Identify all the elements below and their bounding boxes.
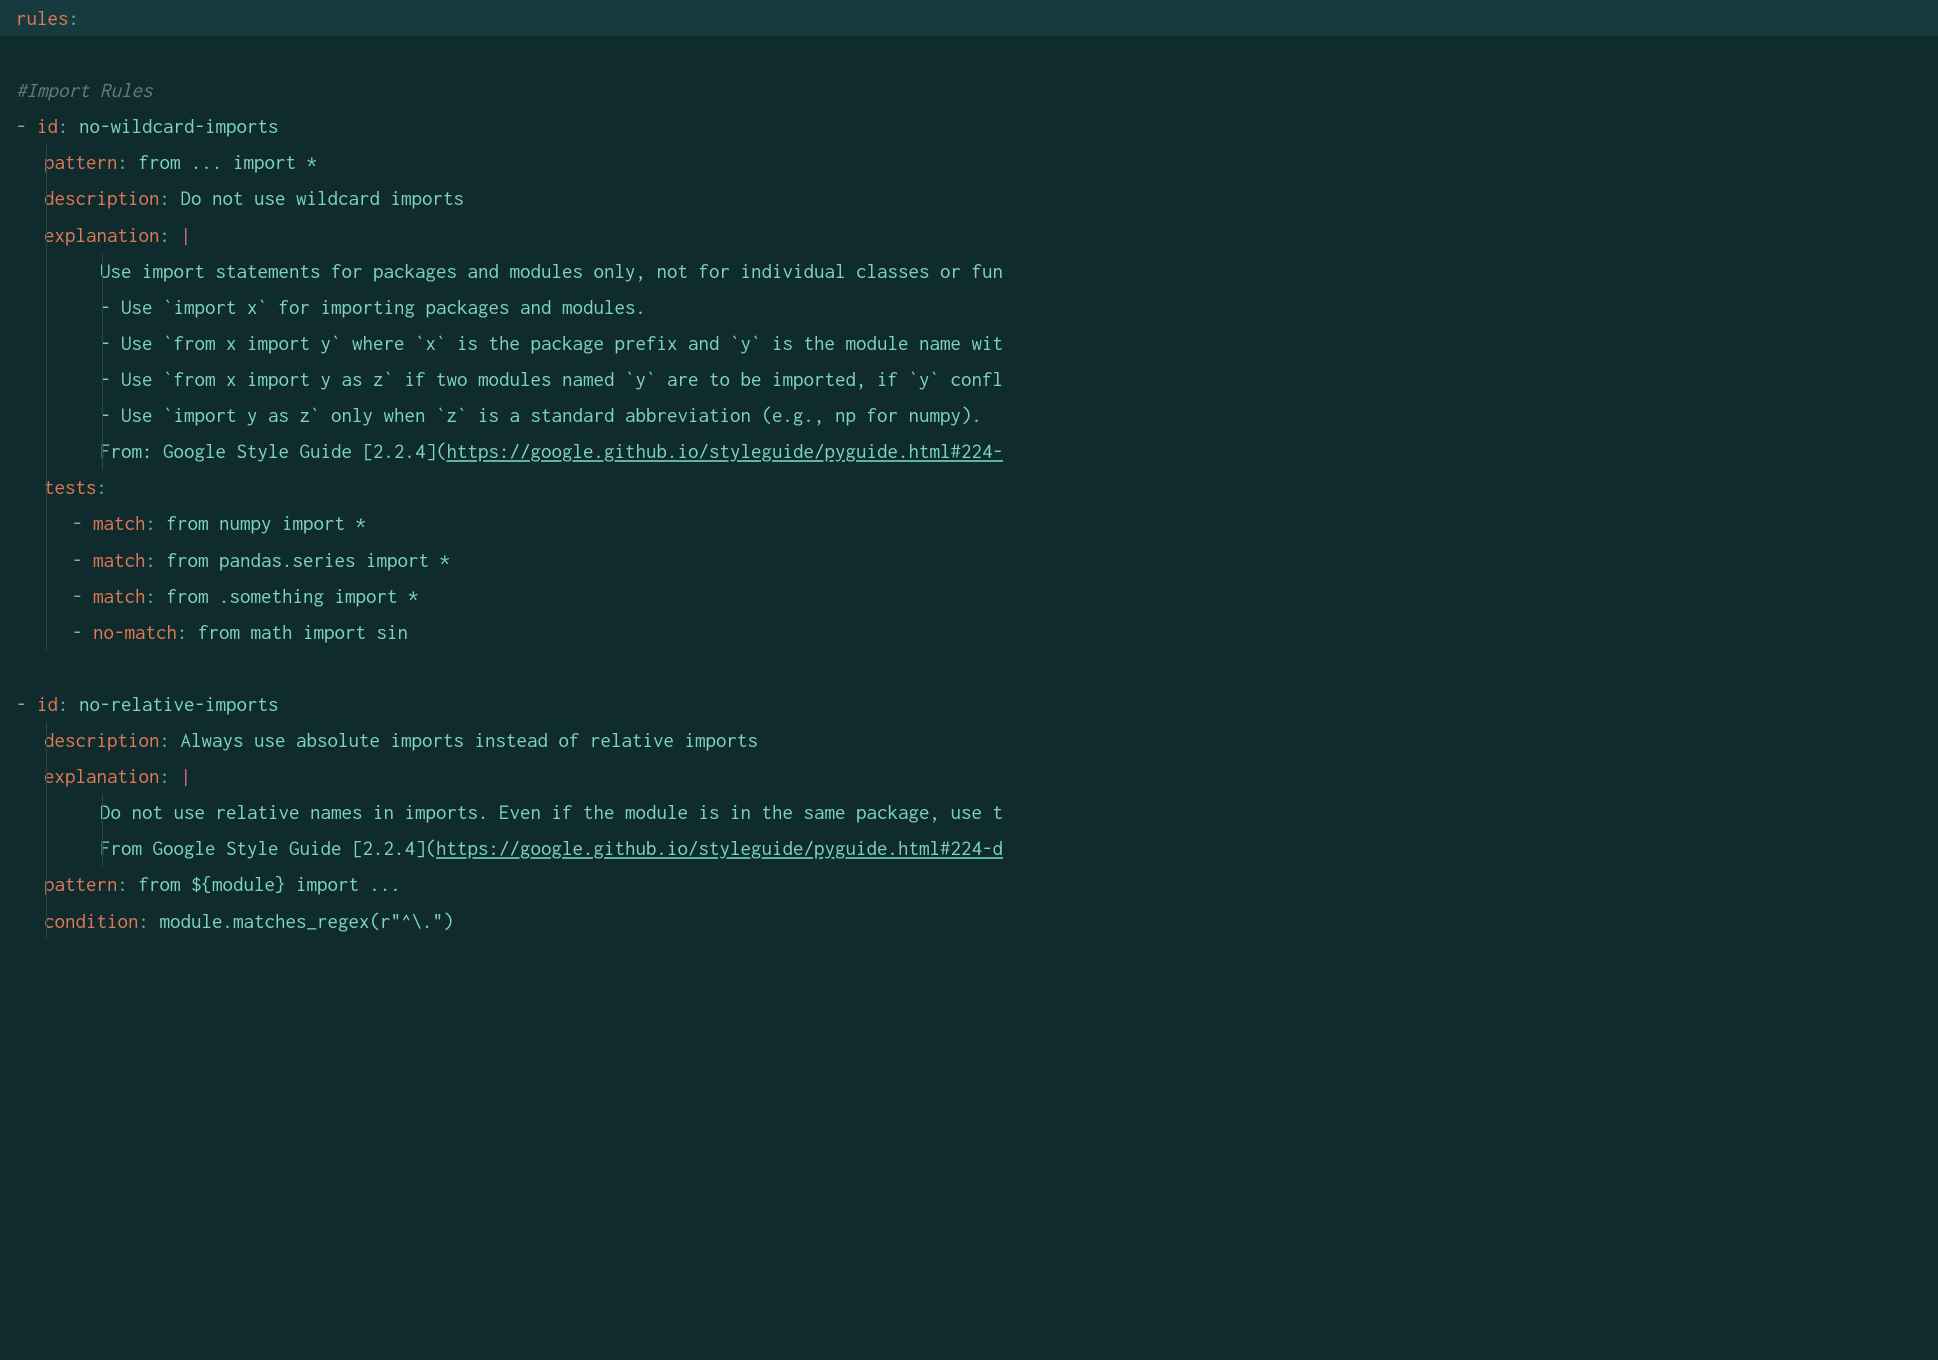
yaml-comment: #Import Rules (16, 79, 153, 101)
explanation-text: - Use `import x` for importing packages … (100, 296, 646, 318)
yaml-key: match (93, 585, 146, 607)
yaml-value: module.matches_regex(r"^\.") (160, 910, 454, 932)
link[interactable]: https://google.github.io/styleguide/pygu… (436, 837, 1003, 859)
code-line: tests: (16, 469, 1938, 505)
explanation-text: From: Google Style Guide [2.2.4]( (100, 440, 447, 462)
yaml-key: no-match (93, 621, 177, 643)
dash: - (16, 693, 27, 715)
code-line: description: Always use absolute imports… (16, 722, 1938, 758)
yaml-key: id (37, 693, 58, 715)
yaml-key: match (93, 549, 146, 571)
code-editor[interactable]: rules: #Import Rules - id: no-wildcard-i… (0, 0, 1938, 959)
code-line: - no-match: from math import sin (16, 614, 1938, 650)
yaml-value: from ... import * (139, 151, 318, 173)
code-line: - match: from .something import * (16, 578, 1938, 614)
yaml-value: from ${module} import ... (139, 873, 402, 895)
yaml-value: Do not use wildcard imports (181, 187, 465, 209)
code-line: From: Google Style Guide [2.2.4](https:/… (16, 433, 1938, 469)
code-line: Do not use relative names in imports. Ev… (16, 794, 1938, 830)
yaml-key: explanation (44, 224, 160, 246)
link[interactable]: https://google.github.io/styleguide/pygu… (447, 440, 1004, 462)
code-line: - Use `from x import y as z` if two modu… (16, 361, 1938, 397)
code-line: - Use `import x` for importing packages … (16, 289, 1938, 325)
yaml-key: pattern (44, 151, 118, 173)
yaml-value: no-wildcard-imports (79, 115, 279, 137)
explanation-text: Do not use relative names in imports. Ev… (100, 801, 1003, 823)
code-line: description: Do not use wildcard imports (16, 180, 1938, 216)
code-line: - Use `import y as z` only when `z` is a… (16, 397, 1938, 433)
explanation-text: - Use `from x import y as z` if two modu… (100, 368, 1003, 390)
blank-line (16, 36, 1938, 72)
yaml-key: pattern (44, 873, 118, 895)
code-line: rules: (0, 0, 1938, 36)
yaml-pipe: | (181, 765, 192, 787)
yaml-value: from pandas.series import * (167, 549, 451, 571)
yaml-value: no-relative-imports (79, 693, 279, 715)
yaml-key: rules (16, 7, 69, 29)
yaml-key: id (37, 115, 58, 137)
yaml-value: from .something import * (167, 585, 419, 607)
explanation-text: - Use `import y as z` only when `z` is a… (100, 404, 982, 426)
code-line: - match: from pandas.series import * (16, 542, 1938, 578)
code-line: pattern: from ... import * (16, 144, 1938, 180)
code-line: condition: module.matches_regex(r"^\.") (16, 903, 1938, 939)
code-line: explanation: | (16, 217, 1938, 253)
yaml-value: from math import sin (198, 621, 408, 643)
explanation-text: From Google Style Guide [2.2.4]( (100, 837, 436, 859)
yaml-key: description (44, 729, 160, 751)
dash: - (16, 115, 27, 137)
code-line: #Import Rules (16, 72, 1938, 108)
yaml-pipe: | (181, 224, 192, 246)
yaml-key: tests (44, 476, 97, 498)
yaml-key: description (44, 187, 160, 209)
code-line: Use import statements for packages and m… (16, 253, 1938, 289)
code-line: pattern: from ${module} import ... (16, 866, 1938, 902)
code-line: - Use `from x import y` where `x` is the… (16, 325, 1938, 361)
yaml-key: condition (44, 910, 139, 932)
code-line: - id: no-wildcard-imports (16, 108, 1938, 144)
yaml-value: Always use absolute imports instead of r… (181, 729, 759, 751)
yaml-key: match (93, 512, 146, 534)
colon: : (69, 7, 80, 29)
yaml-key: explanation (44, 765, 160, 787)
code-line: - match: from numpy import * (16, 505, 1938, 541)
code-line: - id: no-relative-imports (16, 686, 1938, 722)
blank-line (16, 650, 1938, 686)
code-line: explanation: | (16, 758, 1938, 794)
yaml-value: from numpy import * (167, 512, 367, 534)
explanation-text: - Use `from x import y` where `x` is the… (100, 332, 1003, 354)
explanation-text: Use import statements for packages and m… (100, 260, 1003, 282)
code-line: From Google Style Guide [2.2.4](https://… (16, 830, 1938, 866)
